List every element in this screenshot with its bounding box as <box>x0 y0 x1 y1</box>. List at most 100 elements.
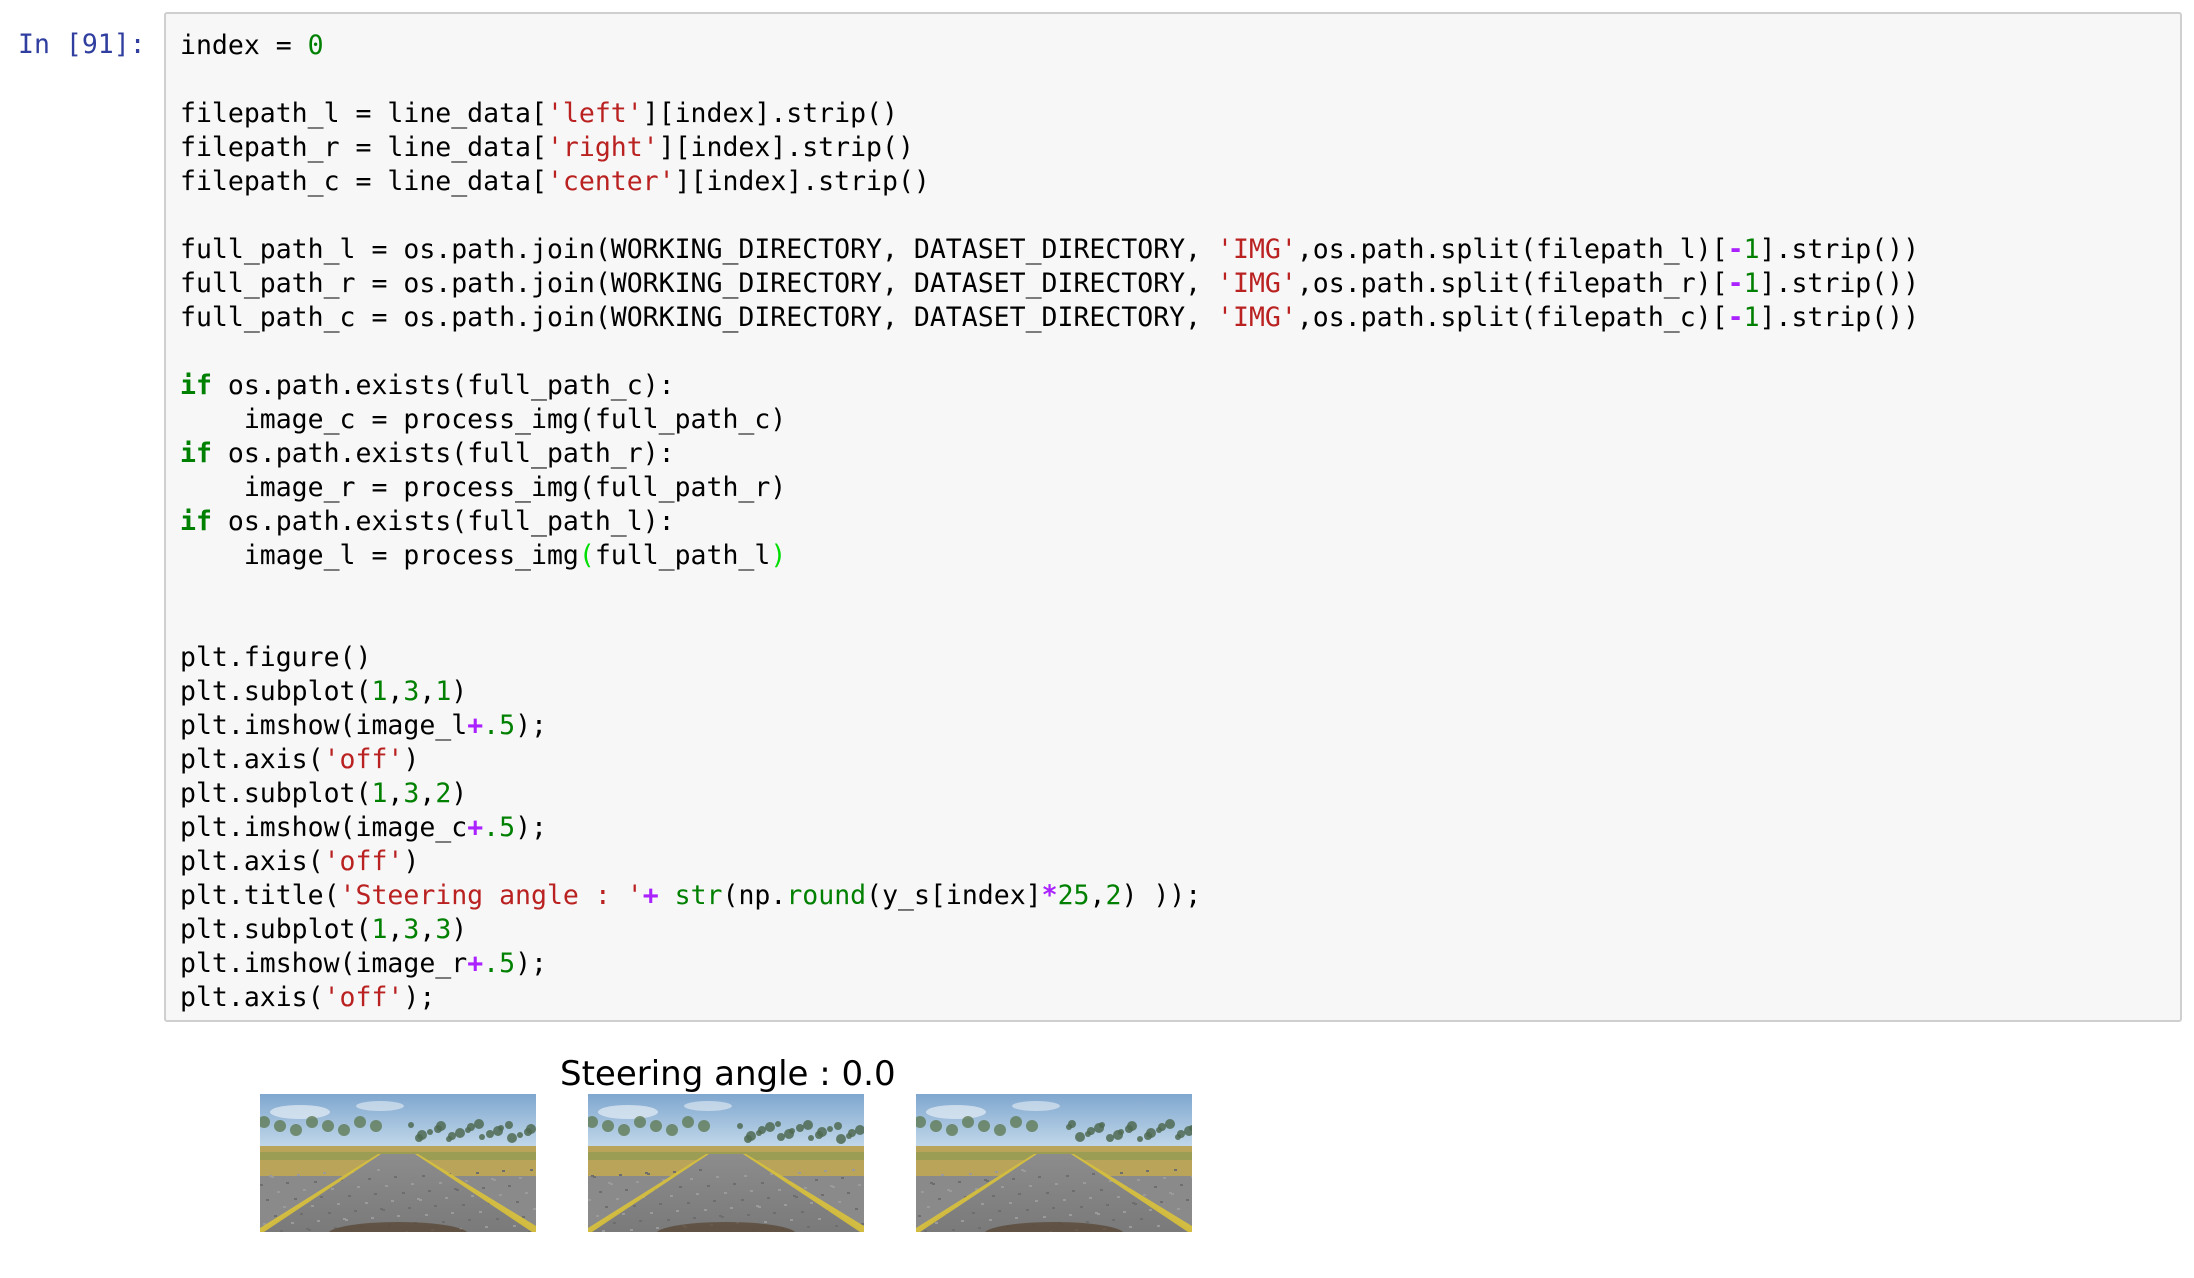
code-line: plt.imshow(image_l+.5); <box>180 709 1919 743</box>
code-token: , <box>419 778 436 809</box>
code-token: plt.axis( <box>180 744 324 775</box>
code-token: 3 <box>403 676 420 707</box>
code-line: index = 0 <box>180 29 1919 63</box>
code-token: ,os.path.split(filepath_c)[ <box>1296 302 1728 333</box>
code-token: ); <box>403 982 436 1013</box>
code-token: .5 <box>483 710 516 741</box>
code-token: (y_s[index] <box>866 880 1042 911</box>
code-line: image_c = process_img(full_path_c) <box>180 403 1919 437</box>
code-token: os.path.exists(full_path_c): <box>211 370 675 401</box>
code-token: round <box>786 880 867 911</box>
code-token: , <box>419 914 436 945</box>
code-token: 'off' <box>323 846 404 877</box>
code-line: filepath_l = line_data['left'][index].st… <box>180 97 1919 131</box>
code-token: image_r = process_img(full_path_r) <box>180 472 787 503</box>
code-token: if <box>180 438 212 469</box>
code-token: plt.imshow(image_l <box>180 710 468 741</box>
code-token: .5 <box>483 948 516 979</box>
code-token: ].strip()) <box>1759 302 1920 333</box>
center-camera-image <box>588 1094 864 1232</box>
code-token: 'Steering angle : ' <box>339 880 643 911</box>
code-line: plt.subplot(1,3,2) <box>180 777 1919 811</box>
code-token: , <box>387 778 404 809</box>
code-token: ); <box>515 812 547 843</box>
code-token: plt.title( <box>180 880 340 911</box>
code-line: plt.subplot(1,3,1) <box>180 675 1919 709</box>
code-line: filepath_c = line_data['center'][index].… <box>180 165 1919 199</box>
code-token: + <box>467 948 484 979</box>
code-token: ][index].strip() <box>658 132 914 163</box>
code-token: ][index].strip() <box>642 98 898 129</box>
code-token: 1 <box>371 676 388 707</box>
code-token: if <box>180 370 212 401</box>
code-token: + <box>642 880 659 911</box>
code-token: * <box>1041 880 1058 911</box>
code-token: + <box>467 710 484 741</box>
code-token: os.path.exists(full_path_l): <box>211 506 675 537</box>
code-token: ) <box>403 846 420 877</box>
code-token: ,os.path.split(filepath_r)[ <box>1296 268 1728 299</box>
code-token: str <box>674 880 723 911</box>
code-token: 'off' <box>323 744 404 775</box>
code-token: full_path_l = os.path.join(WORKING_DIREC… <box>180 234 1218 265</box>
code-token: image_l = process_img <box>180 540 579 571</box>
code-token: ][index].strip() <box>674 166 930 197</box>
code-token: plt.imshow(image_c <box>180 812 468 843</box>
code-token: ); <box>515 948 547 979</box>
cell-output: Steering angle : 0.0 <box>164 1040 2182 1270</box>
code-token: os.path.exists(full_path_r): <box>211 438 675 469</box>
code-line: if os.path.exists(full_path_l): <box>180 505 1919 539</box>
right-camera-image <box>916 1094 1192 1232</box>
code-text[interactable]: index = 0 filepath_l = line_data['left'][… <box>180 29 1919 1015</box>
code-token: 'right' <box>546 132 659 163</box>
left-camera-image <box>260 1094 536 1232</box>
code-token: 2 <box>435 778 452 809</box>
code-line: plt.subplot(1,3,3) <box>180 913 1919 947</box>
code-token: , <box>387 676 404 707</box>
code-token: 2 <box>1105 880 1122 911</box>
code-token: , <box>387 914 404 945</box>
code-token: 1 <box>1743 268 1760 299</box>
code-token: 3 <box>403 914 420 945</box>
code-line: full_path_c = os.path.join(WORKING_DIREC… <box>180 301 1919 335</box>
figure-title: Steering angle : 0.0 <box>560 1054 896 1094</box>
code-line: if os.path.exists(full_path_r): <box>180 437 1919 471</box>
code-editor[interactable]: index = 0 filepath_l = line_data['left'][… <box>164 12 2182 1022</box>
code-token: full_path_c = os.path.join(WORKING_DIREC… <box>180 302 1218 333</box>
code-line: if os.path.exists(full_path_c): <box>180 369 1919 403</box>
code-token: 'IMG' <box>1217 302 1297 333</box>
code-token: - <box>1727 302 1744 333</box>
code-token: index = <box>180 30 308 61</box>
code-token: plt.figure() <box>180 642 372 673</box>
code-token: ].strip()) <box>1759 268 1920 299</box>
code-token: - <box>1727 234 1744 265</box>
code-token: if <box>180 506 212 537</box>
code-token: 0 <box>307 30 324 61</box>
code-token: full_path_r = os.path.join(WORKING_DIREC… <box>180 268 1218 299</box>
code-token: 1 <box>371 778 388 809</box>
code-token: + <box>467 812 484 843</box>
code-token: plt.subplot( <box>180 914 372 945</box>
code-token: 1 <box>1743 302 1760 333</box>
input-prompt: In [91]: <box>18 29 146 60</box>
code-token: ( <box>578 540 595 571</box>
code-line: filepath_r = line_data['right'][index].s… <box>180 131 1919 165</box>
code-token: ); <box>515 710 547 741</box>
code-token: plt.axis( <box>180 982 324 1013</box>
code-token: ) <box>451 914 468 945</box>
code-token: (np. <box>722 880 787 911</box>
code-line: plt.axis('off') <box>180 743 1919 777</box>
code-token: filepath_c = line_data[ <box>180 166 547 197</box>
code-token: 25 <box>1057 880 1090 911</box>
code-token: - <box>1727 268 1744 299</box>
code-line: plt.figure() <box>180 641 1919 675</box>
code-line: full_path_r = os.path.join(WORKING_DIREC… <box>180 267 1919 301</box>
code-token: ) <box>451 676 468 707</box>
code-token: 'IMG' <box>1217 268 1297 299</box>
code-token: ) <box>770 540 787 571</box>
code-line: image_l = process_img(full_path_l) <box>180 539 1919 573</box>
code-token: filepath_r = line_data[ <box>180 132 547 163</box>
